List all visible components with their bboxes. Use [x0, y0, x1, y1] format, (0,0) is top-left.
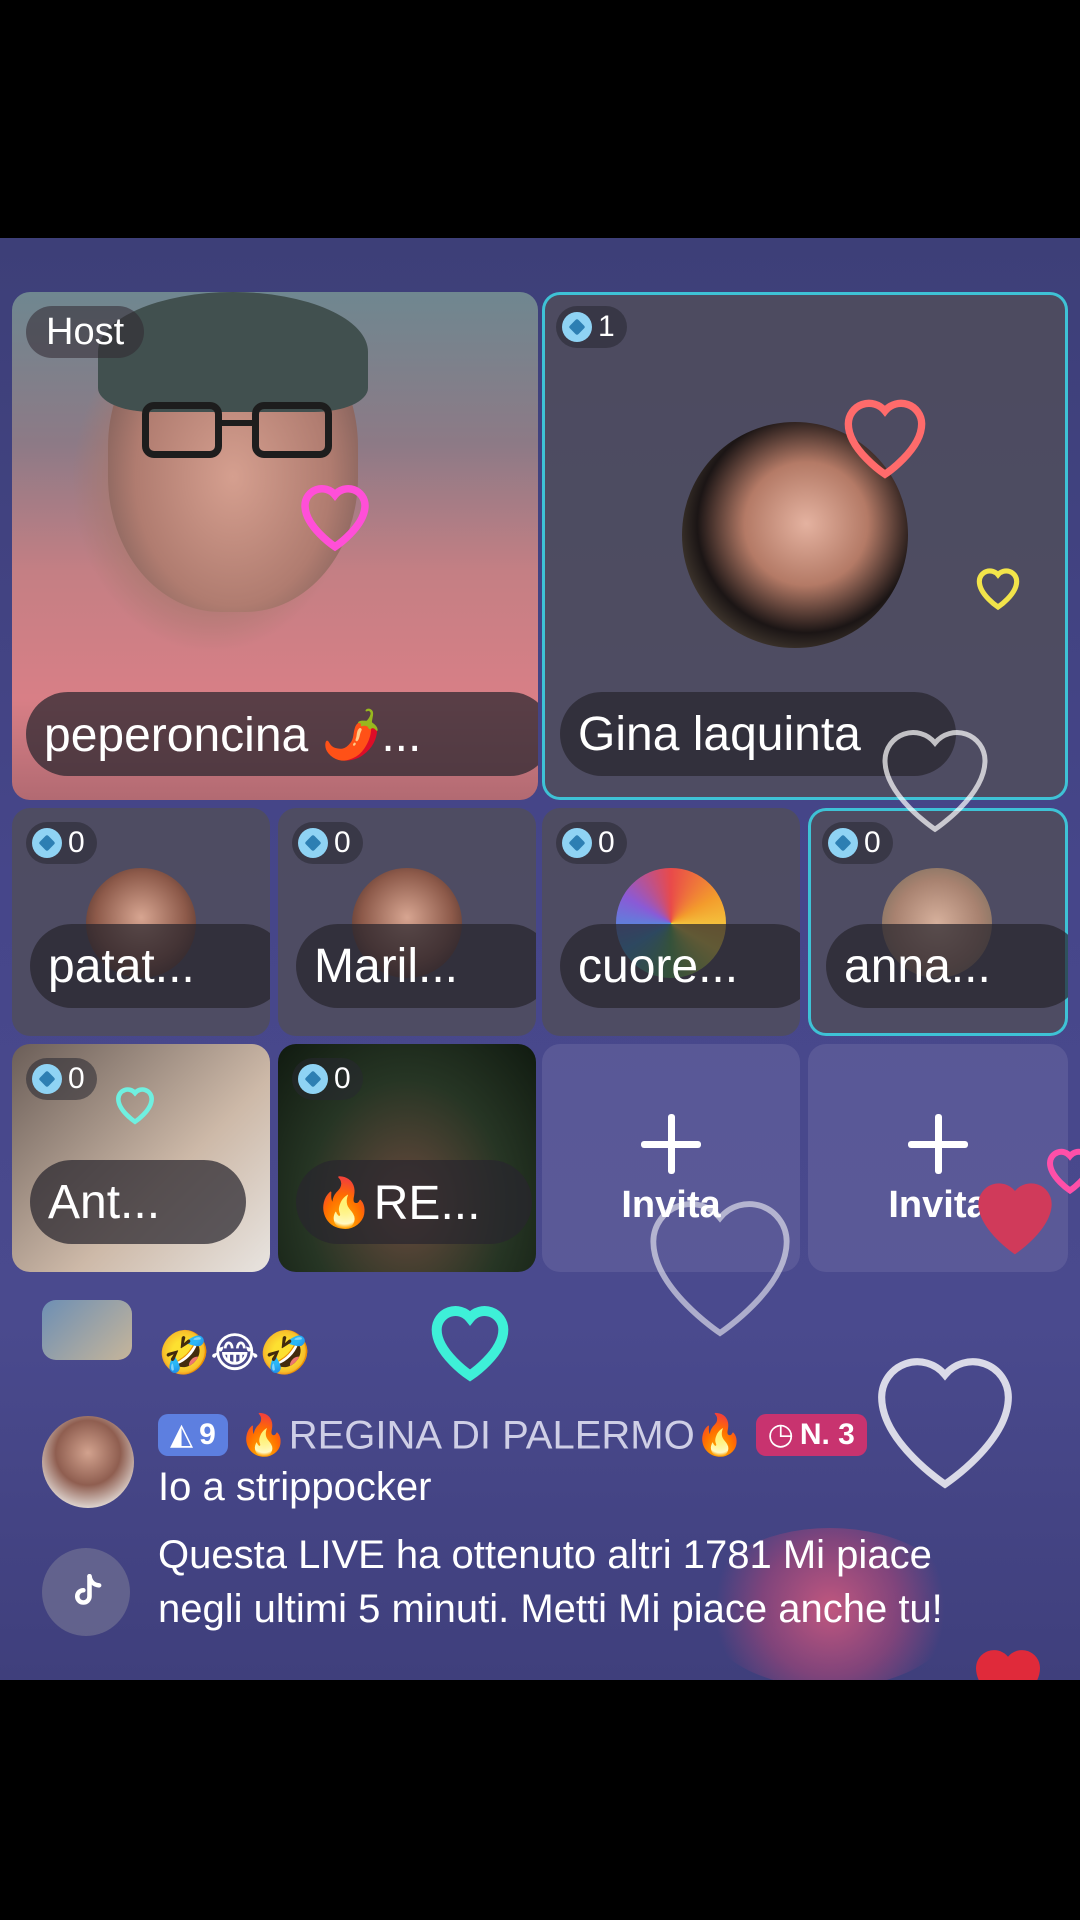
- gem-icon: [32, 1064, 62, 1094]
- host-name-pill[interactable]: peperoncina 🌶️...: [26, 692, 538, 776]
- guest-name-pill: anna...: [826, 924, 1068, 1008]
- plus-icon: [908, 1114, 968, 1174]
- guest-name-pill: cuore...: [560, 924, 800, 1008]
- guest-gift-badge: 1: [556, 306, 627, 348]
- glasses-icon: [142, 402, 332, 462]
- level-icon: ◭: [170, 1418, 194, 1452]
- host-label: Host: [26, 306, 145, 358]
- guest-gift-badge: 0: [292, 822, 363, 864]
- chat-emoji-message: 🤣😂🤣: [158, 1329, 312, 1376]
- chat-avatar-2[interactable]: [42, 1416, 134, 1508]
- chat-avatar-1[interactable]: [42, 1300, 132, 1360]
- guest-gift-badge: 0: [556, 822, 627, 864]
- guest-name-pill: patat...: [30, 924, 270, 1008]
- tiktok-icon: [42, 1548, 130, 1636]
- guest-tile-7[interactable]: 0 🔥RE...: [278, 1044, 536, 1272]
- gem-icon: [562, 828, 592, 858]
- guest-name-pill: Maril...: [296, 924, 536, 1008]
- heart-icon: [878, 1358, 1012, 1489]
- heart-icon: [976, 568, 1020, 611]
- guest-tile-3[interactable]: 0 Maril...: [278, 808, 536, 1036]
- heart-icon: [1046, 1148, 1080, 1195]
- guest-gift-badge: 0: [26, 1058, 97, 1100]
- heart-icon: [431, 1306, 509, 1382]
- system-message: Questa LIVE ha ottenuto altri 1781 Mi pi…: [158, 1533, 943, 1631]
- clock-icon: ◷: [767, 1418, 794, 1452]
- host-video-tile[interactable]: Host peperoncina 🌶️...: [12, 292, 538, 800]
- guest-gift-badge: 0: [26, 822, 97, 864]
- guest-tile-4[interactable]: 0 cuore...: [542, 808, 800, 1036]
- heart-icon: [650, 1201, 790, 1337]
- gem-icon: [298, 828, 328, 858]
- guest-gift-badge: 0: [292, 1058, 363, 1100]
- live-stage: Host peperoncina 🌶️... 1 Gina laquinta 0…: [0, 238, 1080, 1680]
- rank-badge: ◷ N. 3: [755, 1414, 867, 1457]
- chat-username[interactable]: 🔥REGINA DI PALERMO🔥: [239, 1413, 745, 1457]
- host-name: peperoncina 🌶️...: [44, 708, 422, 762]
- chat-message-header: ◭ 9 🔥REGINA DI PALERMO🔥 ◷ N. 3: [158, 1406, 867, 1462]
- user-level-badge: ◭ 9: [158, 1414, 228, 1457]
- gem-icon: [562, 312, 592, 342]
- gem-icon: [32, 828, 62, 858]
- guest-tile-2[interactable]: 0 patat...: [12, 808, 270, 1036]
- guest-name-pill: 🔥RE...: [296, 1160, 532, 1244]
- host-hair: [98, 292, 368, 412]
- heart-icon: [116, 1087, 154, 1125]
- heart-icon: [844, 399, 926, 479]
- gem-icon: [828, 828, 858, 858]
- chat-message: Io a strippocker: [158, 1465, 432, 1509]
- heart-icon: [882, 730, 988, 833]
- guest-name-pill: Ant...: [30, 1160, 246, 1244]
- guest-name: Gina laquinta: [578, 707, 861, 761]
- gem-icon: [298, 1064, 328, 1094]
- heart-icon: [301, 485, 369, 552]
